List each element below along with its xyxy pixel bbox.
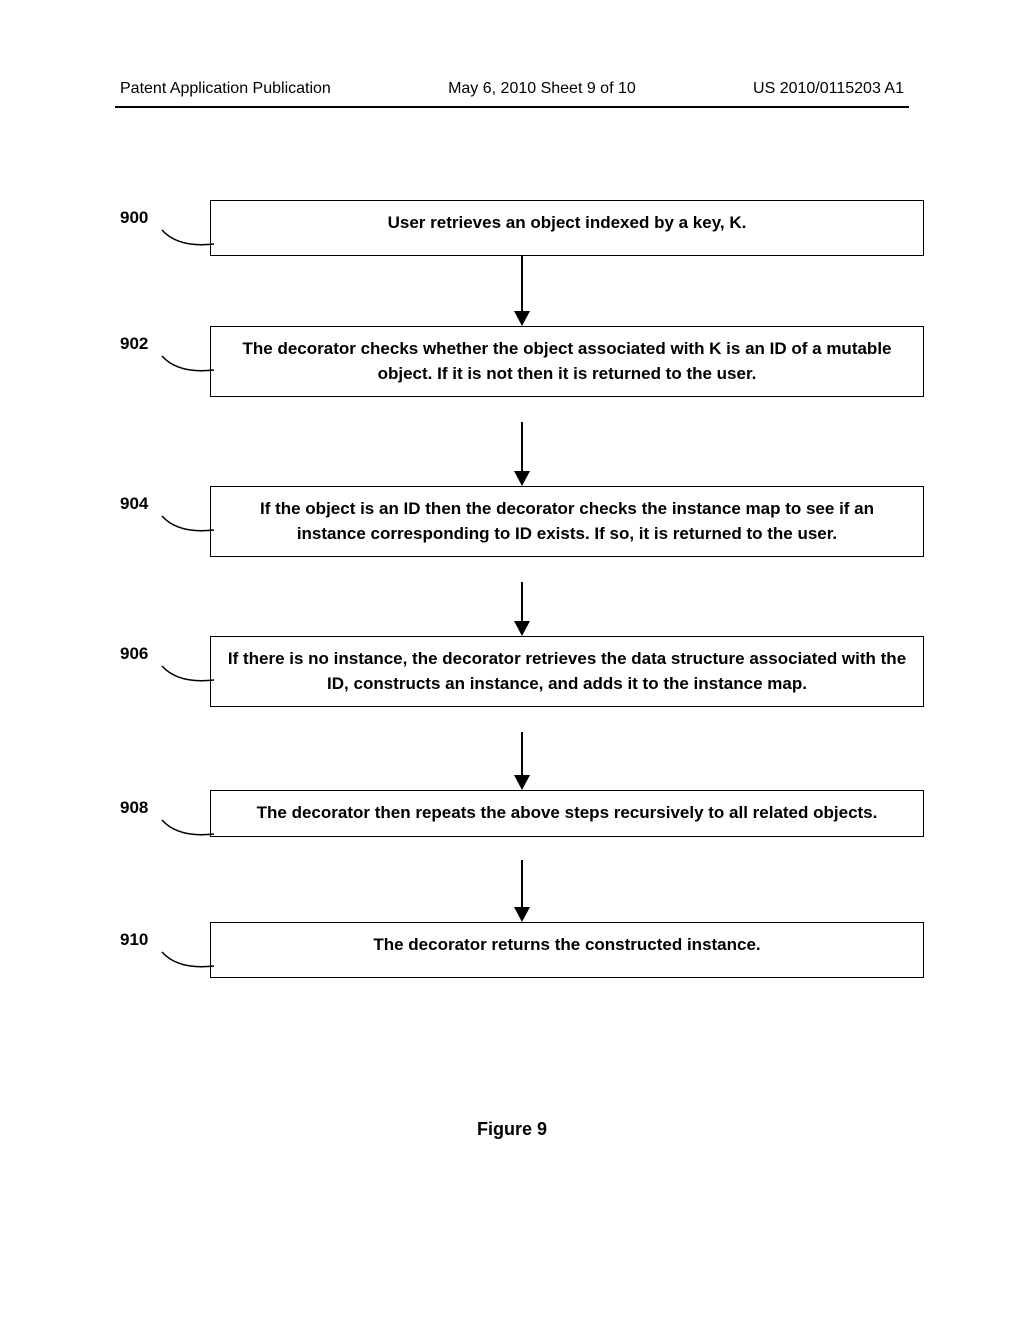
leader-line: [160, 354, 210, 374]
flowchart: 900 User retrieves an object indexed by …: [120, 200, 924, 1120]
figure-caption: Figure 9: [0, 1119, 1024, 1140]
step-box: If the object is an ID then the decorato…: [210, 486, 924, 557]
leader-line: [160, 228, 210, 248]
leader-line: [160, 950, 210, 970]
step-number: 910: [120, 922, 210, 950]
page-header: Patent Application Publication May 6, 20…: [0, 80, 1024, 98]
step-number: 902: [120, 326, 210, 354]
step-box: If there is no instance, the decorator r…: [210, 636, 924, 707]
flow-step: 904 If the object is an ID then the deco…: [120, 486, 924, 557]
arrow-down-icon: [510, 860, 534, 922]
step-number: 908: [120, 790, 210, 818]
arrow-down-icon: [510, 582, 534, 636]
header-rule: [115, 106, 909, 108]
arrow-down-icon: [510, 256, 534, 326]
step-number: 906: [120, 636, 210, 664]
step-box: The decorator then repeats the above ste…: [210, 790, 924, 837]
arrow-down-icon: [510, 732, 534, 790]
step-box: The decorator returns the constructed in…: [210, 922, 924, 978]
arrow-down-icon: [510, 422, 534, 486]
header-right: US 2010/0115203 A1: [753, 80, 904, 98]
header-left: Patent Application Publication: [120, 80, 331, 98]
step-number: 900: [120, 200, 210, 228]
header-center: May 6, 2010 Sheet 9 of 10: [448, 80, 636, 98]
step-number: 904: [120, 486, 210, 514]
flow-step: 900 User retrieves an object indexed by …: [120, 200, 924, 256]
flow-step: 910 The decorator returns the constructe…: [120, 922, 924, 978]
leader-line: [160, 664, 210, 684]
flow-step: 902 The decorator checks whether the obj…: [120, 326, 924, 397]
step-box: User retrieves an object indexed by a ke…: [210, 200, 924, 256]
flow-step: 908 The decorator then repeats the above…: [120, 790, 924, 837]
leader-line: [160, 514, 210, 534]
step-box: The decorator checks whether the object …: [210, 326, 924, 397]
leader-line: [160, 818, 210, 838]
flow-step: 906 If there is no instance, the decorat…: [120, 636, 924, 707]
